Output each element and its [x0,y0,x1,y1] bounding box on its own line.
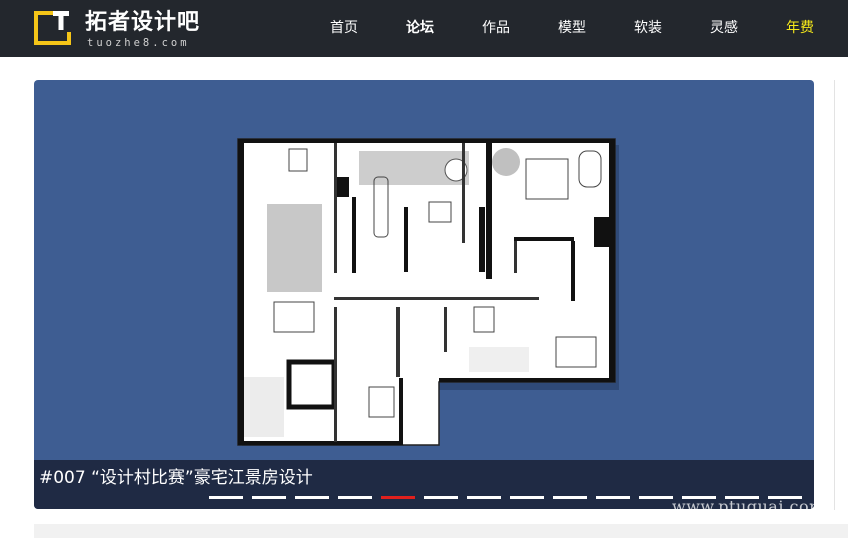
slide-dot[interactable] [209,496,243,499]
nav-item-models[interactable]: 模型 [558,18,586,38]
slide-dot-active[interactable] [381,496,415,499]
nav-item-works[interactable]: 作品 [482,18,510,38]
top-navigation-bar: 拓者设计吧 tuozhe8.com 首页 论坛 作品 模型 软装 灵感 年费 [0,0,848,57]
floor-plan-image[interactable] [234,137,619,449]
watermark: www.ptuguai.com [672,497,825,516]
featured-slider[interactable]: #007 “设计村比赛”豪宅江景房设计 [34,80,814,509]
content-strip [34,524,848,538]
nav-item-home[interactable]: 首页 [330,18,358,38]
nav-item-annual-fee[interactable]: 年费 [786,18,814,38]
slide-dot[interactable] [424,496,458,499]
slide-dot[interactable] [295,496,329,499]
nav-item-forum[interactable]: 论坛 [406,18,434,38]
slide-dot[interactable] [467,496,501,499]
slide-dot[interactable] [510,496,544,499]
side-divider [834,80,835,510]
slide-dot[interactable] [252,496,286,499]
slide-dot[interactable] [338,496,372,499]
slide-dot[interactable] [596,496,630,499]
slide-dot[interactable] [553,496,587,499]
main-nav: 首页 论坛 作品 模型 软装 灵感 年费 [0,0,848,57]
nav-item-inspiration[interactable]: 灵感 [710,18,738,38]
slide-caption[interactable]: #007 “设计村比赛”豪宅江景房设计 [39,468,313,488]
slide-dot[interactable] [639,496,673,499]
nav-item-decor[interactable]: 软装 [634,18,662,38]
